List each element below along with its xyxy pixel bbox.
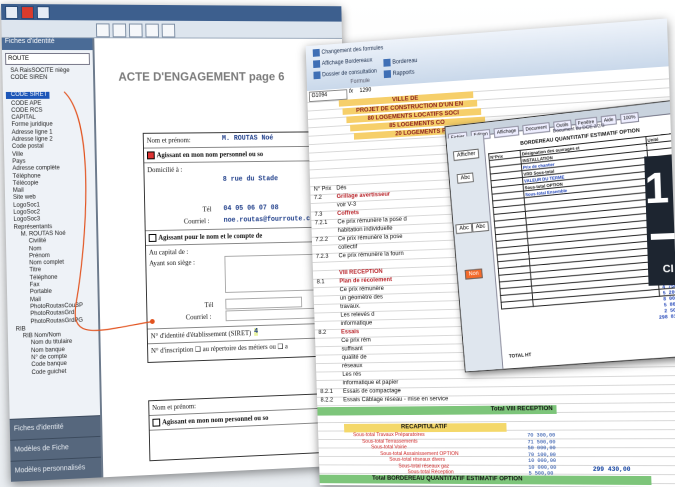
fx-icon: fx <box>349 89 353 95</box>
tag-text: CI <box>663 263 674 275</box>
price-number: 8.2.2 <box>320 397 333 404</box>
price-designation: Essais <box>341 328 359 335</box>
price-designation: Coffrets <box>337 209 359 217</box>
side-button-1[interactable]: Afficher <box>453 149 480 161</box>
total-bordereau: Total BORDEREAU QUANTITATIF ESTIMATIF OP… <box>319 475 651 485</box>
price-designation: Ce prix rémunère la pose <box>338 233 403 242</box>
price-designation: Ce prix rém <box>341 337 371 344</box>
tag-number: 1 <box>644 163 670 214</box>
price-designation: Essais de compactage <box>343 387 401 394</box>
total-reception: Total VIII RECEPTION <box>317 405 556 416</box>
side-button-2[interactable]: Abc <box>457 172 475 183</box>
recap-label: Sous-total Travaux Préparatoires <box>353 432 425 438</box>
spreadsheet-window: Changement des formules Affichage Border… <box>306 18 675 487</box>
ribbon-group-label: Formule <box>350 78 370 85</box>
ribbon-item-affichage[interactable]: Affichage Bordereaux <box>313 56 372 68</box>
price-designation: voir V-3 <box>337 201 357 208</box>
price-designation: VIII RECEPTION <box>339 268 383 276</box>
ribbon-item-rapports[interactable]: Rapports <box>384 68 415 78</box>
side-button-3[interactable]: Abc <box>455 223 473 234</box>
drag-link-arrow-icon <box>1 4 350 482</box>
price-designation: Grillage avertisseur <box>337 191 391 200</box>
price-number: 7.2.1 <box>315 219 328 226</box>
form-filler-window: Fiches d'identité ROUTE SA RaisSOCITE ni… <box>1 4 350 482</box>
price-number: 8.1 <box>317 279 325 286</box>
price-designation: Ce prix rémunère la fourn <box>338 250 403 259</box>
price-designation: Les rés <box>342 371 361 378</box>
recap-label: Sous-total Terrassements <box>362 438 418 444</box>
price-designation: informatique <box>341 320 373 327</box>
price-number: 7.2.3 <box>316 253 329 260</box>
price-number: 8.2 <box>318 329 326 336</box>
pdf-value: 298 810,00 <box>659 313 675 321</box>
price-designation: Ce prix rémunère la pose d <box>337 216 407 226</box>
ribbon-item-formules[interactable]: Changement des formules <box>313 44 384 57</box>
recap-label: Sous-total Voirie <box>371 445 407 451</box>
side-button-4[interactable]: Abc <box>472 221 490 232</box>
price-number: 7.2 <box>314 194 322 201</box>
price-designation: réseaux <box>342 362 363 369</box>
price-number: 8.2.1 <box>320 388 333 395</box>
recap-title: RECAPITULATIF <box>344 423 507 432</box>
recap-label: Sous-total Assainissement OPTION <box>380 451 459 457</box>
price-designation: informatique et papier <box>343 379 399 386</box>
price-designation: qualité de <box>342 354 367 361</box>
price-designation: Plan de récolement <box>339 276 392 284</box>
ribbon-item-bordereau[interactable]: Bordereau <box>383 57 417 67</box>
price-designation: Les relevés d <box>340 311 374 318</box>
price-designation: habitation individuelle <box>338 225 393 234</box>
price-number: 7.2.2 <box>315 236 328 243</box>
price-designation: travaux. <box>340 303 361 310</box>
recap-label: Sous-total réseaux gaz <box>398 463 449 469</box>
recap-label: Sous-total réseaux divers <box>389 457 445 463</box>
price-number: 7.3 <box>314 211 322 218</box>
formula-value[interactable]: 1290 <box>359 88 371 94</box>
tag-bar <box>651 233 675 240</box>
side-button-5[interactable]: Non <box>465 268 483 279</box>
price-number: N° Prix <box>314 185 332 192</box>
price-designation: suffisant <box>341 345 362 352</box>
price-designation: collectif <box>338 243 357 250</box>
price-designation: Essais Câblage réseau - mise en service <box>343 395 448 403</box>
pdf-viewer-window: FichierEditionAffichageDocumentOutilsFen… <box>444 99 675 372</box>
price-designation: un géomètre des <box>340 294 383 302</box>
total-bordereau-value: 299 430,00 <box>593 466 631 473</box>
price-designation: Dés <box>336 184 346 191</box>
pdf-footer: TOTAL HT <box>509 352 532 359</box>
pdf-cell <box>501 300 533 309</box>
price-designation: Ce prix rémunère <box>340 285 384 293</box>
